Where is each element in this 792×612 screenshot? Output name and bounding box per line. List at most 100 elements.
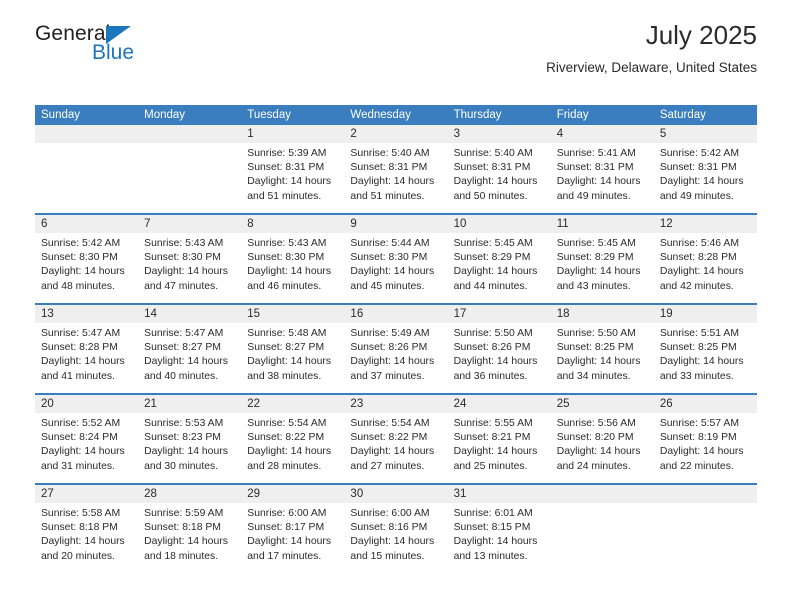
weekday-header-tuesday: Tuesday [247, 109, 291, 121]
day-cell[interactable]: 3 Sunrise: 5:40 AM Sunset: 8:31 PM Daylight… [447, 125, 551, 213]
day-cell[interactable]: 20 Sunrise: 5:52 AM Sunset: 8:24 PM Dayligh… [35, 395, 139, 483]
day-detail-line: Sunset: 8:27 PM [247, 342, 325, 354]
day-detail-line: and 49 minutes. [659, 190, 734, 202]
day-cell-empty [653, 485, 757, 575]
day-cell[interactable]: 18 Sunrise: 5:50 AM Sunset: 8:25 PM Dayligh… [550, 305, 654, 393]
day-detail-line: Sunrise: 5:43 AM [144, 238, 224, 249]
day-detail-line: Sunrise: 5:42 AM [659, 148, 739, 159]
day-detail-line: Sunset: 8:21 PM [453, 432, 531, 444]
day-number: 29 [241, 485, 345, 503]
day-detail-line: Sunrise: 5:44 AM [350, 238, 430, 249]
day-number: 3 [447, 125, 551, 143]
day-detail-line: Sunrise: 5:57 AM [659, 418, 739, 429]
day-number: 4 [550, 125, 654, 143]
day-details: Sunrise: 5:44 AM Sunset: 8:30 PM Daylight:… [344, 233, 447, 294]
day-cell[interactable]: 4 Sunrise: 5:41 AM Sunset: 8:31 PM Daylight… [550, 125, 654, 213]
day-cell[interactable]: 24 Sunrise: 5:55 AM Sunset: 8:21 PM Dayligh… [447, 395, 551, 483]
day-cell[interactable]: 26 Sunrise: 5:57 AM Sunset: 8:19 PM Dayligh… [653, 395, 757, 483]
page-title: July 2025 [645, 20, 757, 50]
day-cell-empty [138, 125, 242, 213]
day-cell[interactable]: 22 Sunrise: 5:54 AM Sunset: 8:22 PM Dayligh… [241, 395, 345, 483]
day-detail-line: Sunset: 8:28 PM [41, 342, 118, 354]
day-cell[interactable]: 7 Sunrise: 5:43 AM Sunset: 8:30 PM Daylight… [138, 215, 242, 303]
day-detail-line: and 46 minutes. [247, 280, 322, 292]
day-detail-line: and 50 minutes. [453, 190, 528, 202]
day-cell[interactable]: 1 Sunrise: 5:39 AM Sunset: 8:31 PM Daylight… [241, 125, 345, 213]
day-details: Sunrise: 5:56 AM Sunset: 8:20 PM Daylight:… [551, 413, 654, 474]
day-detail-line: Sunset: 8:31 PM [453, 162, 531, 174]
day-details: Sunrise: 5:45 AM Sunset: 8:29 PM Daylight:… [551, 233, 654, 294]
day-cell[interactable]: 16 Sunrise: 5:49 AM Sunset: 8:26 PM Dayligh… [344, 305, 448, 393]
day-details: Sunrise: 6:01 AM Sunset: 8:15 PM Daylight:… [448, 503, 551, 564]
day-detail-line: Daylight: 14 hours [144, 446, 228, 458]
weekday-header-friday: Friday [556, 109, 589, 121]
day-detail-line: Sunset: 8:29 PM [556, 252, 634, 264]
day-cell[interactable]: 15 Sunrise: 5:48 AM Sunset: 8:27 PM Dayligh… [241, 305, 345, 393]
day-detail-line: Sunrise: 5:55 AM [453, 418, 533, 429]
day-details: Sunrise: 5:40 AM Sunset: 8:31 PM Daylight:… [448, 143, 551, 204]
day-cell[interactable]: 14 Sunrise: 5:47 AM Sunset: 8:27 PM Dayligh… [138, 305, 242, 393]
day-detail-line: Sunset: 8:26 PM [453, 342, 531, 354]
day-number: 30 [344, 485, 448, 503]
day-detail-line: Daylight: 14 hours [556, 446, 641, 458]
day-number: 18 [550, 305, 654, 323]
day-cell[interactable]: 10 Sunrise: 5:45 AM Sunset: 8:29 PM Dayligh… [447, 215, 551, 303]
day-cell[interactable]: 8 Sunrise: 5:43 AM Sunset: 8:30 PM Daylight… [241, 215, 345, 303]
day-cell[interactable]: 23 Sunrise: 5:54 AM Sunset: 8:22 PM Dayligh… [344, 395, 448, 483]
day-cell[interactable]: 9 Sunrise: 5:44 AM Sunset: 8:30 PM Daylight… [344, 215, 448, 303]
day-detail-line: and 31 minutes. [41, 460, 115, 472]
day-cell[interactable]: 31 Sunrise: 6:01 AM Sunset: 8:15 PM Dayligh… [447, 485, 551, 575]
day-number: 8 [241, 215, 345, 233]
day-cell[interactable]: 13 Sunrise: 5:47 AM Sunset: 8:28 PM Dayligh… [35, 305, 139, 393]
day-detail-line: and 36 minutes. [453, 370, 528, 382]
day-cell[interactable]: 21 Sunrise: 5:53 AM Sunset: 8:23 PM Dayligh… [138, 395, 242, 483]
day-detail-line: Sunrise: 5:40 AM [453, 148, 533, 159]
day-details: Sunrise: 5:45 AM Sunset: 8:29 PM Daylight:… [448, 233, 551, 294]
day-detail-line: and 30 minutes. [144, 460, 219, 472]
day-detail-line: Sunrise: 5:48 AM [247, 328, 327, 339]
day-cell[interactable]: 12 Sunrise: 5:46 AM Sunset: 8:28 PM Dayligh… [653, 215, 757, 303]
day-cell[interactable]: 27 Sunrise: 5:58 AM Sunset: 8:18 PM Dayligh… [35, 485, 139, 575]
day-detail-line: Sunset: 8:19 PM [659, 432, 737, 444]
day-detail-line: Sunset: 8:22 PM [350, 432, 428, 444]
day-cell[interactable]: 11 Sunrise: 5:45 AM Sunset: 8:29 PM Dayligh… [550, 215, 654, 303]
day-number [35, 125, 139, 143]
day-cell[interactable]: 17 Sunrise: 5:50 AM Sunset: 8:26 PM Dayligh… [447, 305, 551, 393]
day-number: 1 [241, 125, 345, 143]
day-details: Sunrise: 5:53 AM Sunset: 8:23 PM Daylight:… [138, 413, 241, 474]
day-number: 13 [35, 305, 139, 323]
day-details: Sunrise: 5:55 AM Sunset: 8:21 PM Daylight:… [448, 413, 551, 474]
day-detail-line: Sunset: 8:24 PM [41, 432, 118, 444]
day-detail-line: and 45 minutes. [350, 280, 425, 292]
day-cell[interactable]: 5 Sunrise: 5:42 AM Sunset: 8:31 PM Daylight… [653, 125, 757, 213]
day-number: 22 [241, 395, 345, 413]
day-detail-line: and 43 minutes. [556, 280, 631, 292]
day-cell[interactable]: 28 Sunrise: 5:59 AM Sunset: 8:18 PM Dayligh… [138, 485, 242, 575]
day-detail-line: and 20 minutes. [41, 550, 115, 562]
day-cell[interactable]: 6 Sunrise: 5:42 AM Sunset: 8:30 PM Daylight… [35, 215, 139, 303]
day-detail-line: and 38 minutes. [247, 370, 322, 382]
day-number: 11 [550, 215, 654, 233]
day-detail-line: Daylight: 14 hours [144, 266, 228, 278]
title-block: July 2025 Riverview, Delaware, United St… [546, 0, 757, 77]
day-detail-line: and 37 minutes. [350, 370, 425, 382]
day-detail-line: Daylight: 14 hours [247, 266, 332, 278]
day-detail-line: Sunset: 8:31 PM [659, 162, 737, 174]
day-cell[interactable]: 30 Sunrise: 6:00 AM Sunset: 8:16 PM Dayligh… [344, 485, 448, 575]
day-detail-line: and 42 minutes. [659, 280, 734, 292]
day-detail-line: and 33 minutes. [659, 370, 734, 382]
day-detail-line: Daylight: 14 hours [41, 536, 125, 548]
day-detail-line: Sunset: 8:18 PM [144, 522, 221, 534]
calendar-week-row: 6 Sunrise: 5:42 AM Sunset: 8:30 PM Daylight… [35, 215, 757, 305]
day-detail-line: Daylight: 14 hours [453, 446, 538, 458]
day-details: Sunrise: 5:49 AM Sunset: 8:26 PM Daylight:… [344, 323, 447, 384]
day-number: 25 [550, 395, 654, 413]
day-cell[interactable]: 2 Sunrise: 5:40 AM Sunset: 8:31 PM Daylight… [344, 125, 448, 213]
day-cell[interactable]: 25 Sunrise: 5:56 AM Sunset: 8:20 PM Dayligh… [550, 395, 654, 483]
day-cell[interactable]: 19 Sunrise: 5:51 AM Sunset: 8:25 PM Dayligh… [653, 305, 757, 393]
day-detail-line: Daylight: 14 hours [453, 176, 538, 188]
day-detail-line: Sunrise: 5:47 AM [144, 328, 224, 339]
calendar-weeks: 1 Sunrise: 5:39 AM Sunset: 8:31 PM Daylight… [35, 125, 757, 575]
day-cell[interactable]: 29 Sunrise: 6:00 AM Sunset: 8:17 PM Dayligh… [241, 485, 345, 575]
weekday-header-wednesday: Wednesday [350, 109, 411, 121]
